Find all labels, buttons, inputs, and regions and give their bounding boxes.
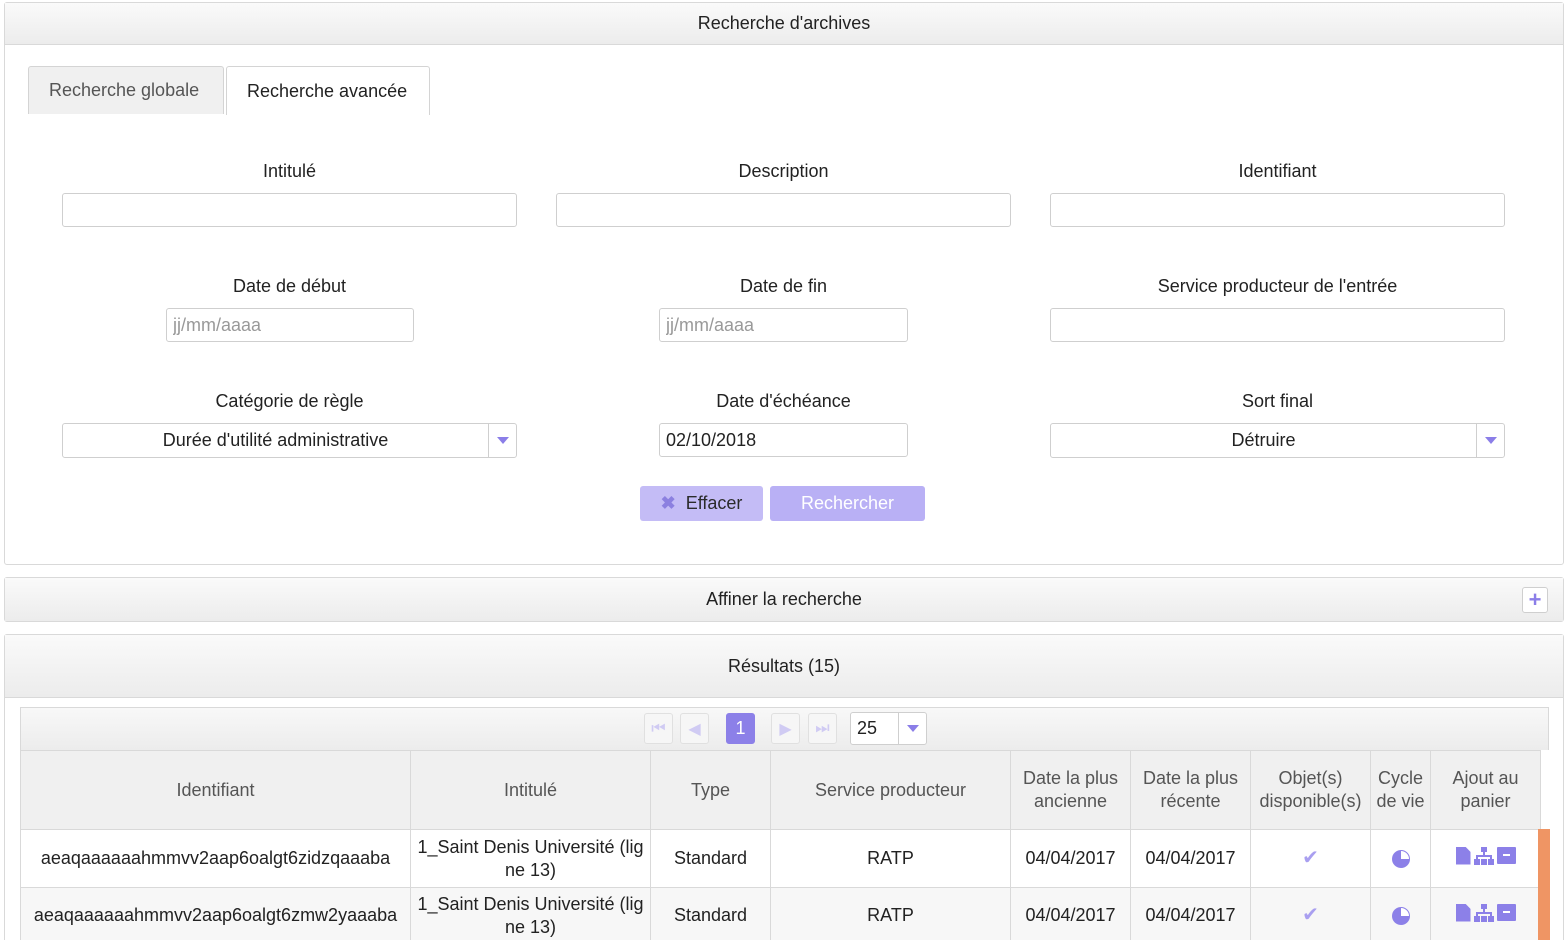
results-panel: Résultats (15) ⏮ ◀ 1 ▶ ⏭ 25 Identifiant …: [4, 634, 1564, 940]
refine-panel-title-text: Affiner la recherche: [706, 589, 862, 609]
intitule-label: Intitulé: [262, 161, 317, 181]
tab-advanced-search[interactable]: Recherche avancée: [226, 66, 430, 115]
cell-service: RATP: [770, 887, 1011, 940]
cell-panier: [1430, 829, 1541, 888]
clear-button[interactable]: ✖ Effacer: [640, 486, 763, 521]
col-date-recente[interactable]: Date la plus récente: [1130, 750, 1251, 830]
col-cycle-vie: Cycle de vie: [1370, 750, 1431, 830]
echeance-label: Date d'échéance: [716, 391, 851, 411]
refine-panel: Affiner la recherche +: [4, 577, 1564, 622]
search-panel-title: Recherche d'archives: [5, 3, 1563, 45]
date-debut-label: Date de début: [232, 276, 347, 296]
pager: ⏮ ◀ 1 ▶ ⏭ 25: [20, 707, 1549, 750]
last-page-icon[interactable]: ⏭: [808, 713, 837, 744]
description-input[interactable]: [556, 193, 1011, 227]
cell-objets: ✔: [1250, 829, 1371, 888]
search-tabs: Recherche globale Recherche avancée: [28, 66, 1538, 115]
date-fin-label: Date de fin: [739, 276, 828, 296]
archive-box-icon[interactable]: [1496, 847, 1516, 864]
clear-button-label: Effacer: [685, 493, 743, 513]
cell-panier: [1430, 887, 1541, 940]
cell-date-ancienne: 04/04/2017: [1010, 829, 1131, 888]
cell-date-ancienne: 04/04/2017: [1010, 887, 1131, 940]
col-identifiant[interactable]: Identifiant: [20, 750, 411, 830]
echeance-input[interactable]: [659, 423, 908, 457]
tree-icon[interactable]: [1473, 846, 1494, 865]
check-icon: ✔: [1302, 904, 1319, 926]
scrollbar[interactable]: [1538, 829, 1550, 940]
results-panel-title: Résultats (15): [5, 635, 1563, 698]
archive-box-icon[interactable]: [1496, 904, 1516, 921]
cell-intitule: 1_Saint Denis Université (ligne 13): [410, 887, 651, 940]
chevron-down-icon[interactable]: [1476, 424, 1504, 457]
cell-date-recente: 04/04/2017: [1130, 887, 1251, 940]
prev-page-icon[interactable]: ◀: [680, 713, 709, 744]
search-button-label: Rechercher: [800, 493, 895, 513]
plus-icon[interactable]: +: [1522, 587, 1548, 613]
sort-final-select[interactable]: Détruire: [1050, 423, 1505, 458]
categorie-label: Catégorie de règle: [215, 391, 364, 411]
page-size-value: 25: [857, 718, 878, 738]
cell-date-recente: 04/04/2017: [1130, 829, 1251, 888]
col-date-ancienne[interactable]: Date la plus ancienne: [1010, 750, 1131, 830]
description-label: Description: [738, 161, 829, 181]
results-table: Identifiant Intitulé Type Service produc…: [20, 750, 1541, 940]
cell-identifiant: aeaqaaaaaahmmvv2aap6oalgt6zmw2yaaaba: [20, 887, 411, 940]
current-page[interactable]: 1: [726, 713, 755, 744]
pie-chart-icon[interactable]: [1391, 907, 1410, 926]
tab-global-search[interactable]: Recherche globale: [28, 66, 224, 114]
identifiant-label: Identifiant: [1238, 161, 1317, 181]
search-panel: Recherche d'archives Recherche globale R…: [4, 2, 1564, 565]
pie-chart-icon[interactable]: [1391, 850, 1410, 869]
cell-service: RATP: [770, 829, 1011, 888]
col-panier: Ajout au panier: [1430, 750, 1541, 830]
document-icon[interactable]: [1455, 846, 1471, 865]
table-row[interactable]: aeaqaaaaaahmmvv2aap6oalgt6zidzqaaaba 1_S…: [20, 829, 1541, 888]
sort-final-label: Sort final: [1241, 391, 1314, 411]
cell-cycle-vie: [1370, 887, 1431, 940]
col-type[interactable]: Type: [650, 750, 771, 830]
cell-cycle-vie: [1370, 829, 1431, 888]
first-page-icon[interactable]: ⏮: [644, 713, 673, 744]
cell-objets: ✔: [1250, 887, 1371, 940]
col-intitule[interactable]: Intitulé: [410, 750, 651, 830]
check-icon: ✔: [1302, 847, 1319, 869]
refine-panel-title[interactable]: Affiner la recherche +: [5, 578, 1563, 621]
service-label: Service producteur de l'entrée: [1157, 276, 1398, 296]
sort-final-select-value: Détruire: [1231, 430, 1296, 450]
document-icon[interactable]: [1455, 903, 1471, 922]
page-size-select[interactable]: 25: [850, 712, 927, 745]
table-row[interactable]: aeaqaaaaaahmmvv2aap6oalgt6zmw2yaaaba 1_S…: [20, 887, 1541, 940]
cell-type: Standard: [650, 887, 771, 940]
close-icon: ✖: [660, 493, 676, 513]
categorie-select-value: Durée d'utilité administrative: [162, 430, 389, 450]
search-button[interactable]: Rechercher: [770, 486, 925, 521]
tree-icon[interactable]: [1473, 903, 1494, 922]
col-service[interactable]: Service producteur: [770, 750, 1011, 830]
categorie-select[interactable]: Durée d'utilité administrative: [62, 423, 517, 458]
cell-identifiant: aeaqaaaaaahmmvv2aap6oalgt6zidzqaaaba: [20, 829, 411, 888]
identifiant-input[interactable]: [1050, 193, 1505, 227]
service-input[interactable]: [1050, 308, 1505, 342]
cell-intitule: 1_Saint Denis Université (ligne 13): [410, 829, 651, 888]
chevron-down-icon[interactable]: [898, 713, 926, 744]
chevron-down-icon[interactable]: [488, 424, 516, 457]
intitule-input[interactable]: [62, 193, 517, 227]
next-page-icon[interactable]: ▶: [771, 713, 800, 744]
date-debut-input[interactable]: [166, 308, 414, 342]
date-fin-input[interactable]: [659, 308, 908, 342]
col-objets: Objet(s) disponible(s): [1250, 750, 1371, 830]
cell-type: Standard: [650, 829, 771, 888]
